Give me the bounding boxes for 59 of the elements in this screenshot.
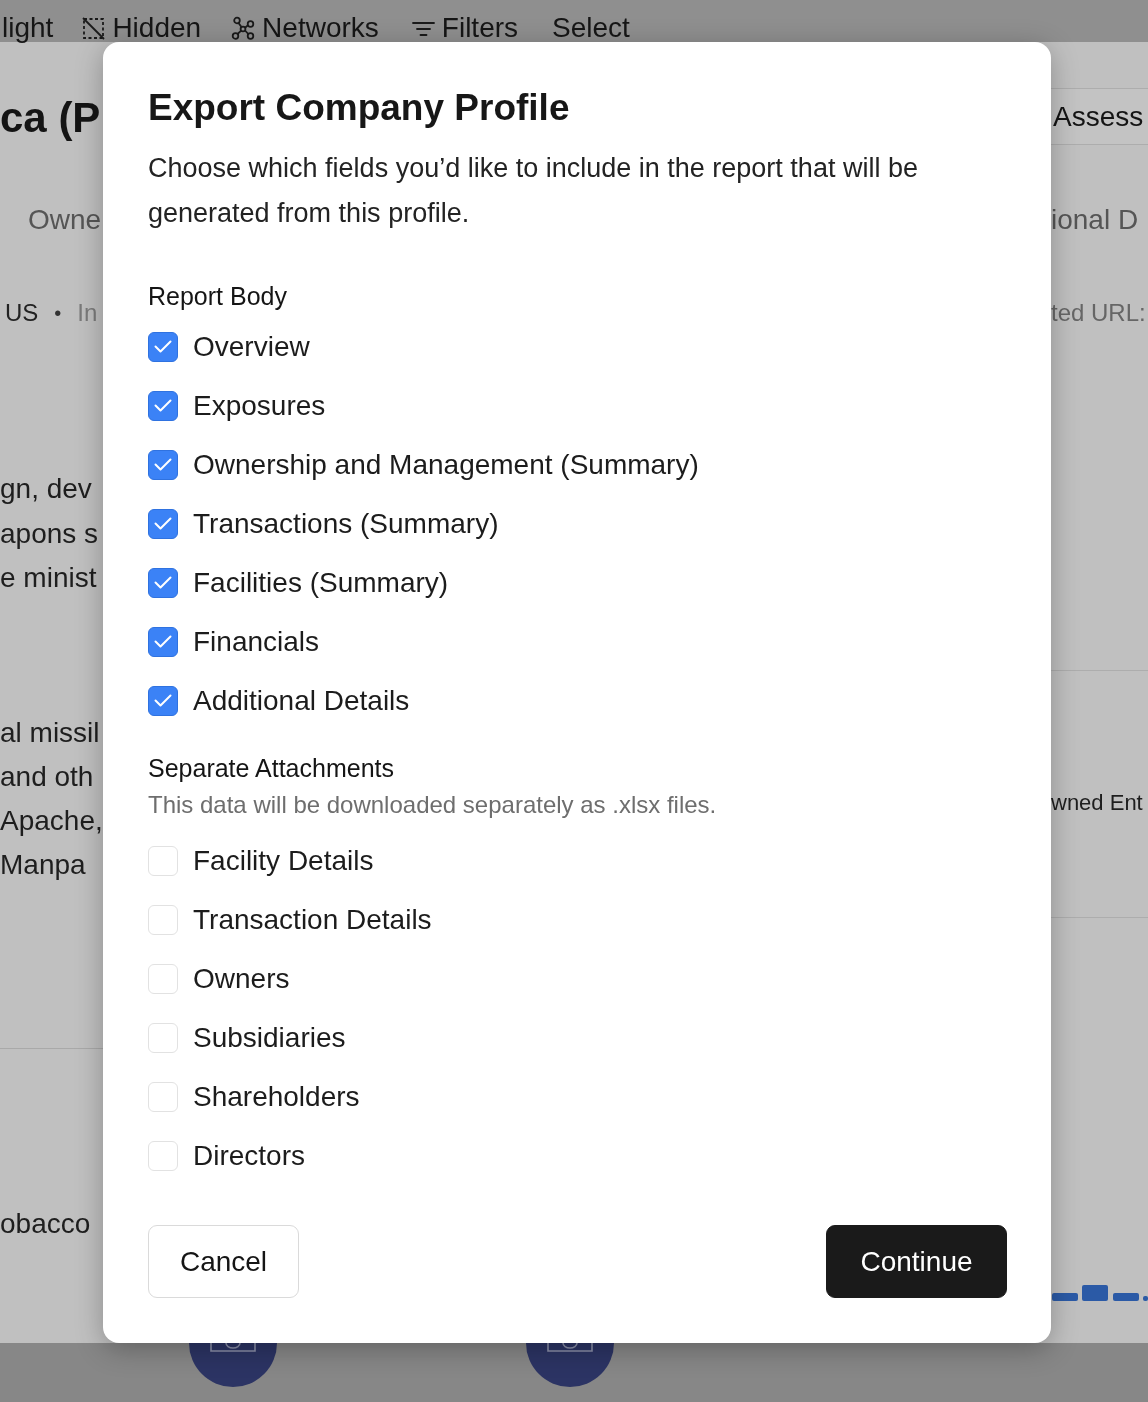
checkbox-label[interactable]: Shareholders — [193, 1078, 360, 1115]
paragraph-text: al missil and oth Apache, Manpa — [0, 715, 103, 883]
checkmark-icon — [154, 635, 172, 648]
checkbox-label[interactable]: Directors — [193, 1137, 305, 1174]
toolbar-button[interactable]: light — [2, 14, 54, 42]
checkbox-label[interactable]: Financials — [193, 623, 320, 660]
checkbox-label[interactable]: Facility Details — [193, 842, 374, 879]
checkbox-label[interactable]: Ownership and Management (Summary) — [193, 446, 699, 483]
checkmark-icon — [154, 517, 172, 530]
tab[interactable]: Assess — [1051, 88, 1148, 145]
toolbar-button[interactable]: Select — [552, 14, 630, 42]
separator-dot: • — [54, 301, 62, 326]
paragraph-text: obacco — [0, 1206, 91, 1241]
checkbox[interactable] — [148, 331, 178, 362]
chart-bar — [1113, 1293, 1139, 1301]
checkbox-label[interactable]: Exposures — [193, 387, 326, 424]
continue-button[interactable]: Continue — [826, 1225, 1007, 1298]
checkbox-label[interactable]: Transaction Details — [193, 901, 432, 938]
toolbar-button[interactable]: Networks — [231, 14, 379, 42]
checkmark-icon — [154, 399, 172, 412]
checkbox-label[interactable]: Additional Details — [193, 682, 410, 719]
chart-bar — [1082, 1285, 1108, 1301]
checkbox[interactable] — [148, 685, 178, 716]
checkmark-icon — [154, 340, 172, 353]
checkbox-label[interactable]: Overview — [193, 328, 310, 365]
banknote-icon — [189, 1343, 277, 1388]
cancel-button[interactable]: Cancel — [148, 1225, 299, 1298]
tab-label[interactable]: Owne — [0, 202, 102, 238]
checkbox[interactable] — [148, 626, 178, 657]
checkmark-icon — [154, 458, 172, 471]
chart-bar — [1052, 1293, 1078, 1301]
toolbar-button[interactable]: Hidden — [81, 14, 202, 42]
country-text: US — [5, 298, 39, 328]
toolbar-button[interactable]: Filters — [410, 14, 519, 42]
checkbox[interactable] — [148, 390, 178, 421]
checkmark-icon — [154, 576, 172, 589]
chart-bar — [1143, 1296, 1148, 1301]
checkbox[interactable] — [148, 508, 178, 539]
dialog-title: Export Company Profile — [148, 86, 571, 130]
type-text: In — [77, 298, 98, 328]
checkbox-label[interactable]: Transactions (Summary) — [193, 505, 499, 542]
section-heading: ional D — [1051, 203, 1140, 237]
page-heading: ca (P — [0, 93, 101, 143]
checkbox-label[interactable]: Facilities (Summary) — [193, 564, 449, 601]
checkbox-label[interactable]: Subsidiaries — [193, 1019, 346, 1056]
checkbox[interactable] — [148, 449, 178, 480]
network-icon — [231, 15, 257, 41]
checkbox-label[interactable]: Owners — [193, 960, 290, 997]
section-heading: Separate Attachments — [148, 753, 395, 784]
section-note: This data will be downloaded separately as .xlsx files. — [148, 790, 718, 820]
field-label: ted URL: — [1051, 298, 1147, 328]
checkbox[interactable] — [148, 567, 178, 598]
checkmark-icon — [154, 694, 172, 707]
section-heading: Report Body — [148, 281, 288, 312]
paragraph-text: gn, dev apons s e minist — [0, 472, 99, 595]
banknote-icon — [526, 1343, 614, 1388]
hide-icon — [81, 15, 107, 41]
dialog-description: Choose which fields you’d like to include in the report that will be generated from this profile. — [148, 152, 919, 230]
list-item-text: wned Ent — [1051, 789, 1144, 817]
